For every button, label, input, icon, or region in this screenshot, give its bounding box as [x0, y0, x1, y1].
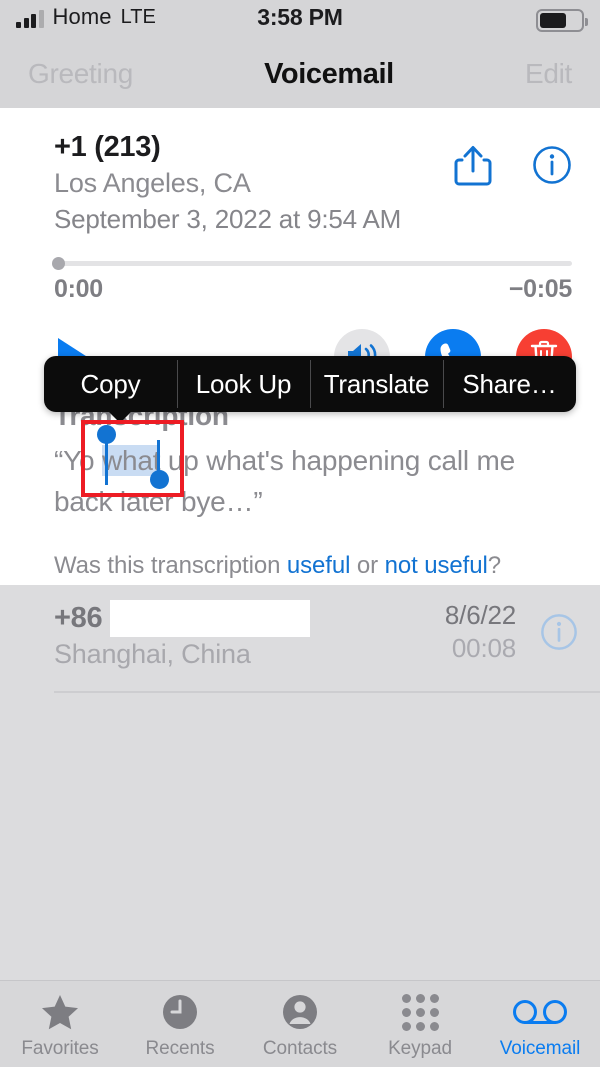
voicemail-icon: [512, 991, 568, 1033]
battery-icon: [536, 9, 588, 32]
feedback-not-useful-link[interactable]: not useful: [385, 552, 488, 579]
tab-label: Keypad: [388, 1038, 452, 1059]
voicemail-date: 8/6/22: [444, 600, 516, 630]
remaining-time: −0:05: [508, 275, 572, 303]
voicemail-row-expanded[interactable]: +1 (213) Los Angeles, CA September 3, 20…: [0, 108, 600, 585]
tab-favorites[interactable]: Favorites: [0, 981, 120, 1060]
clock-icon: [160, 991, 200, 1033]
tab-keypad[interactable]: Keypad: [360, 981, 480, 1060]
context-menu-item-copy[interactable]: Copy: [44, 356, 177, 412]
context-menu-item-share[interactable]: Share…: [443, 356, 576, 412]
status-bar-right: [536, 9, 588, 32]
slider-track[interactable]: [52, 257, 572, 270]
keypad-icon: [401, 991, 439, 1033]
tab-label: Voicemail: [499, 1038, 581, 1059]
tab-contacts[interactable]: Contacts: [240, 981, 360, 1060]
tab-recents[interactable]: Recents: [120, 981, 240, 1060]
person-icon: [280, 991, 320, 1033]
navigation-bar: Greeting Voicemail Edit: [0, 40, 600, 108]
edit-button[interactable]: Edit: [525, 58, 572, 90]
feedback-middle: or: [350, 552, 385, 579]
battery-fill: [540, 13, 567, 28]
voicemail-header: +1 (213) Los Angeles, CA September 3, 20…: [54, 130, 572, 235]
feedback-prefix: Was this transcription: [54, 552, 287, 579]
context-menu-item-translate[interactable]: Translate: [310, 356, 443, 412]
share-icon[interactable]: [454, 144, 492, 186]
page-title: Voicemail: [264, 57, 394, 90]
voicemail-header-actions: [454, 144, 572, 186]
feedback-suffix: ?: [487, 552, 501, 579]
voicemail-meta-text: 8/6/22 00:08: [445, 599, 516, 665]
playback-times: 0:00 −0:05: [54, 275, 572, 304]
info-icon[interactable]: [532, 145, 572, 185]
voicemail-row-meta: 8/6/22 00:08: [445, 599, 578, 665]
transcription-feedback: Was this transcription useful or not use…: [54, 552, 572, 580]
info-icon[interactable]: [540, 613, 578, 656]
tab-label: Recents: [145, 1038, 215, 1059]
voicemail-row[interactable]: +86 Shanghai, China 8/6/22 00:08: [0, 585, 600, 693]
playback-slider[interactable]: 0:00 −0:05: [52, 257, 572, 304]
redaction-box: [110, 600, 310, 637]
voicemail-duration: 00:08: [451, 633, 516, 663]
tab-voicemail[interactable]: Voicemail: [480, 981, 600, 1060]
voicemail-datetime: September 3, 2022 at 9:54 AM: [54, 204, 402, 234]
text-selection-context-menu: Copy Look Up Translate Share…: [44, 356, 576, 412]
feedback-useful-link[interactable]: useful: [287, 552, 351, 579]
annotation-highlight-rect: [81, 420, 184, 497]
star-icon: [40, 991, 80, 1033]
tab-label: Favorites: [21, 1038, 99, 1059]
status-bar: Home LTE 3:58 PM: [0, 0, 600, 40]
greeting-button[interactable]: Greeting: [28, 58, 133, 90]
elapsed-time: 0:00: [54, 275, 103, 303]
slider-thumb[interactable]: [52, 257, 65, 270]
tab-label: Contacts: [262, 1038, 338, 1059]
phone-screen: Home LTE 3:58 PM Greeting Voicemail Edit…: [0, 0, 600, 1067]
voicemail-list: +1 (213) Los Angeles, CA September 3, 20…: [0, 108, 600, 980]
context-menu-item-look-up[interactable]: Look Up: [177, 356, 310, 412]
tab-bar: Favorites Recents Contacts Keypad Voicem…: [0, 980, 600, 1067]
clock-label: 3:58 PM: [257, 4, 343, 30]
